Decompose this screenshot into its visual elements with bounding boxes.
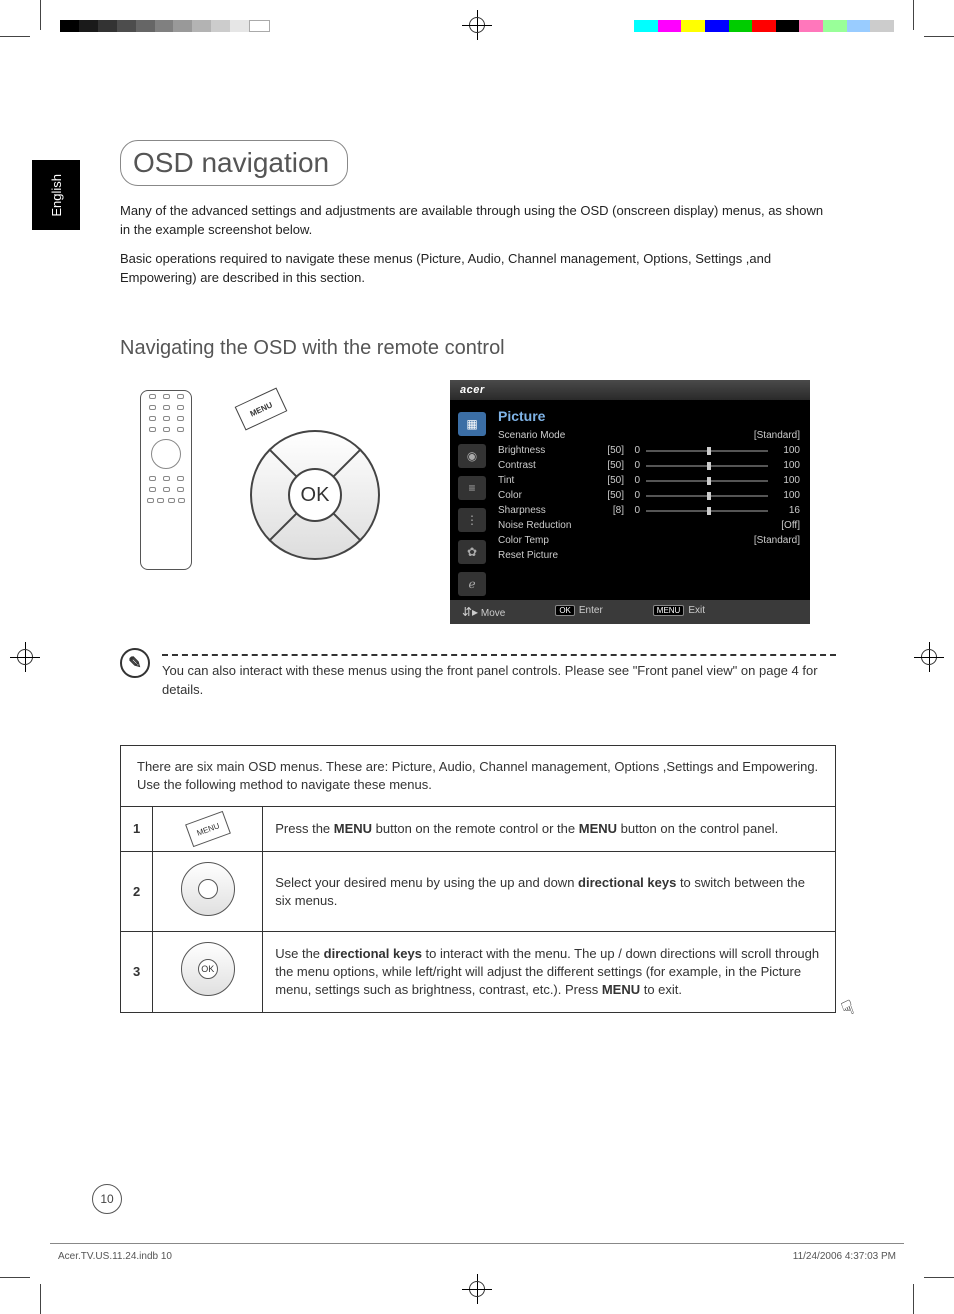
osd-setting-label: Brightness <box>498 445 588 456</box>
page-title: OSD navigation <box>120 140 348 186</box>
registration-mark-icon <box>14 646 36 668</box>
note-text: You can also interact with these menus u… <box>162 662 836 698</box>
footer-filename: Acer.TV.US.11.24.indb 10 <box>58 1251 172 1262</box>
ok-button-label: OK <box>288 468 342 522</box>
osd-footer: ⇵▸ Move OKEnter MENUExit <box>450 600 810 624</box>
steps-table: There are six main OSD menus. These are:… <box>120 745 836 1013</box>
osd-setting-row: Tint[50]0100 <box>498 473 800 488</box>
osd-setting-row: Contrast[50]0100 <box>498 458 800 473</box>
registration-mark-icon <box>918 646 940 668</box>
osd-setting-label: Color <box>498 490 588 501</box>
steps-intro: There are six main OSD menus. These are:… <box>121 745 836 806</box>
osd-brand: acer <box>450 380 810 400</box>
hand-icon: ☟ <box>837 993 858 1023</box>
osd-setting-row: Reset Picture <box>498 548 800 563</box>
osd-setting-label: Tint <box>498 475 588 486</box>
step-text: Select your desired menu by using the up… <box>263 852 836 932</box>
slider-track <box>646 465 768 467</box>
settings-tab-icon: ✿ <box>458 540 486 564</box>
osd-setting-label: Color Temp <box>498 535 588 546</box>
section-heading: Navigating the OSD with the remote contr… <box>120 337 836 360</box>
picture-tab-icon: ▦ <box>458 412 486 436</box>
osd-hint-exit: MENUExit <box>653 605 705 619</box>
empowering-tab-icon: ℯ <box>458 572 486 596</box>
osd-setting-row: Brightness[50]0100 <box>498 443 800 458</box>
language-tab: English <box>32 160 80 230</box>
dashed-divider <box>162 654 836 656</box>
step-icon: ☟ <box>153 852 263 932</box>
osd-setting-row: Sharpness[8]016 <box>498 503 800 518</box>
slider-track <box>646 450 768 452</box>
osd-setting-row: Color[50]0100 <box>498 488 800 503</box>
osd-setting-label: Noise Reduction <box>498 520 588 531</box>
osd-menu-title: Picture <box>498 408 800 424</box>
osd-tab-column: ▦ ◉ ≡ ⋮ ✿ ℯ <box>458 406 488 596</box>
osd-setting-row: Color Temp[Standard] <box>498 533 800 548</box>
menu-button-callout: MENU <box>235 388 288 431</box>
slider-track <box>646 495 768 497</box>
step-icon: OK☟ <box>153 932 263 1012</box>
audio-tab-icon: ◉ <box>458 444 486 468</box>
table-row: 1 MENU☟ Press the MENU button on the rem… <box>121 807 836 852</box>
note-block: ✎ You can also interact with these menus… <box>120 654 836 698</box>
osd-setting-row: Noise Reduction[Off] <box>498 518 800 533</box>
nav-wheel-icon: OK <box>181 942 235 996</box>
osd-setting-label: Scenario Mode <box>498 430 588 441</box>
step-icon: MENU☟ <box>153 807 263 852</box>
step-number: 2 <box>121 852 153 932</box>
language-label: English <box>49 174 64 217</box>
footer-timestamp: 11/24/2006 4:37:03 PM <box>793 1251 896 1262</box>
osd-setting-label: Reset Picture <box>498 550 588 561</box>
registration-mark-icon <box>466 1278 488 1300</box>
channel-tab-icon: ≡ <box>458 476 486 500</box>
slider-track <box>646 510 768 512</box>
step-number: 1 <box>121 807 153 852</box>
page-number: 10 <box>92 1184 122 1214</box>
intro-paragraph-2: Basic operations required to navigate th… <box>120 250 836 288</box>
step-text: Use the directional keys to interact wit… <box>263 932 836 1012</box>
options-tab-icon: ⋮ <box>458 508 486 532</box>
slider-track <box>646 480 768 482</box>
menu-button-icon: MENU <box>185 811 231 847</box>
intro-paragraph-1: Many of the advanced settings and adjust… <box>120 202 836 240</box>
note-icon: ✎ <box>120 648 150 678</box>
step-number: 3 <box>121 932 153 1012</box>
osd-hint-move: ⇵▸ Move <box>462 605 505 619</box>
nav-wheel-icon: OK <box>250 430 380 560</box>
osd-setting-row: Scenario Mode[Standard] <box>498 428 800 443</box>
remote-illustration: MENU OK <box>120 380 420 590</box>
step-text: Press the MENU button on the remote cont… <box>263 807 836 852</box>
remote-control-icon <box>140 390 192 570</box>
nav-wheel-icon <box>181 862 235 916</box>
table-row: 3 OK☟ Use the directional keys to intera… <box>121 932 836 1012</box>
table-row: 2 ☟ Select your desired menu by using th… <box>121 852 836 932</box>
osd-setting-label: Contrast <box>498 460 588 471</box>
osd-hint-enter: OKEnter <box>555 605 602 619</box>
osd-screenshot: acer ▦ ◉ ≡ ⋮ ✿ ℯ Picture Scenario Mode[S… <box>450 380 810 624</box>
footer-rule <box>50 1243 904 1244</box>
osd-setting-label: Sharpness <box>498 505 588 516</box>
registration-mark-icon <box>466 14 488 36</box>
